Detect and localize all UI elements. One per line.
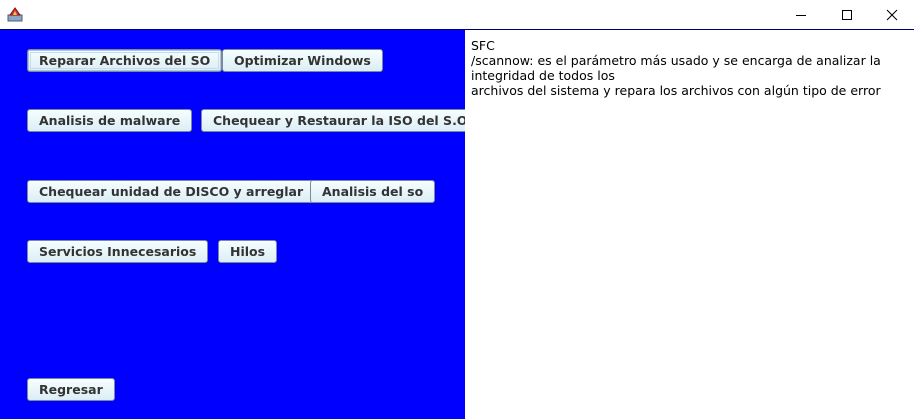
close-icon	[886, 9, 898, 20]
minimize-icon	[796, 14, 806, 16]
maximize-icon	[842, 9, 852, 20]
java-app-icon	[7, 6, 23, 22]
malware-analysis-button[interactable]: Analisis de malware	[27, 109, 193, 132]
output-line: /scannow: es el parámetro más usado y se…	[471, 53, 881, 68]
check-restore-iso-button[interactable]: Chequear y Restaurar la ISO del S.O	[201, 109, 480, 132]
check-disk-button[interactable]: Chequear unidad de DISCO y arreglar	[27, 180, 316, 203]
output-line: integridad de todos los	[471, 68, 615, 83]
back-button[interactable]: Regresar	[27, 378, 115, 401]
os-analysis-button[interactable]: Analisis del so	[310, 180, 436, 203]
output-line: SFC	[471, 38, 495, 53]
output-line: archivos del sistema y repara los archiv…	[471, 83, 881, 98]
minimize-button[interactable]	[778, 0, 824, 29]
button-panel: Reparar Archivos del SO Optimizar Window…	[0, 30, 480, 419]
output-text: SFC /scannow: es el parámetro más usado …	[471, 38, 911, 98]
close-button[interactable]	[869, 0, 914, 29]
threads-button[interactable]: Hilos	[218, 240, 278, 263]
optimize-windows-button[interactable]: Optimizar Windows	[222, 49, 383, 72]
title-bar	[0, 0, 914, 29]
maximize-button[interactable]	[824, 0, 870, 29]
unnecessary-services-button[interactable]: Servicios Innecesarios	[27, 240, 209, 263]
output-text-area[interactable]: SFC /scannow: es el parámetro más usado …	[465, 30, 914, 419]
repair-system-files-button[interactable]: Reparar Archivos del SO	[27, 49, 223, 72]
